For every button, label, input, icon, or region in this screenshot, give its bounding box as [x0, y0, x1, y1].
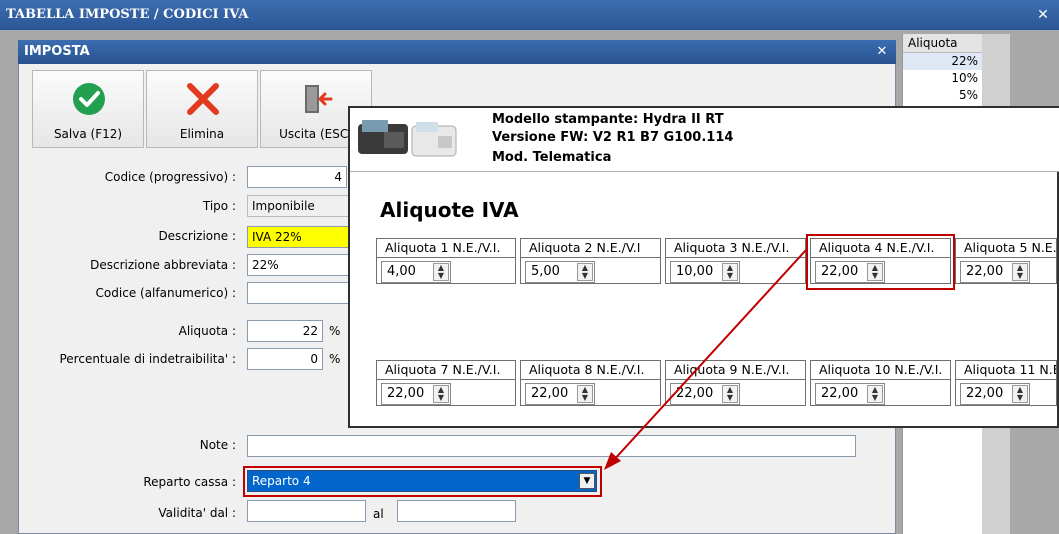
- spinner-updown-icon[interactable]: ▲ ▼: [577, 263, 593, 281]
- note-field[interactable]: [247, 435, 856, 457]
- indetraibilita-label: Percentuale di indetraibilita' :: [59, 352, 236, 366]
- save-label: Salva (F12): [53, 127, 123, 141]
- outer-window-title: TABELLA IMPOSTE / CODICI IVA: [0, 0, 1059, 30]
- delete-label: Elimina: [179, 127, 225, 141]
- outer-close-icon[interactable]: ✕: [1035, 0, 1051, 30]
- rate-value: 22,00: [676, 386, 714, 401]
- printer-firmware: Versione FW: V2 R1 B7 G100.114: [492, 130, 734, 145]
- validita-al-label: al: [373, 507, 384, 521]
- rate-value: 22,00: [821, 386, 859, 401]
- rate-value: 5,00: [531, 264, 560, 279]
- spinner-updown-icon[interactable]: ▲ ▼: [867, 385, 883, 403]
- rate-label: Aliquota 5 N.E.: [955, 238, 1057, 258]
- rate-value: 22,00: [966, 386, 1004, 401]
- indetraibilita-field[interactable]: 0: [247, 348, 323, 370]
- rate-label: Aliquota 1 N.E./V.I.: [376, 238, 516, 258]
- save-button[interactable]: Salva (F12): [32, 70, 144, 148]
- chevron-down-icon[interactable]: ▼: [579, 473, 595, 489]
- grid-cell[interactable]: 22%: [903, 53, 982, 70]
- aliquota-field[interactable]: 22: [247, 320, 323, 342]
- reparto-cassa-value: Reparto 4: [252, 474, 311, 488]
- rate-label: Aliquota 3 N.E./V.I.: [665, 238, 806, 258]
- rate-value: 22,00: [387, 386, 425, 401]
- rate-label: Aliquota 8 N.E./V.I.: [520, 360, 661, 380]
- rate-4-highlight-box: [806, 234, 955, 290]
- tipo-label: Tipo :: [202, 199, 236, 213]
- grid-header-aliquota: Aliquota: [903, 34, 982, 53]
- fiscal-printer-icon: [358, 120, 457, 157]
- spinner-updown-icon[interactable]: ▲ ▼: [433, 263, 449, 281]
- codice-label: Codice (progressivo) :: [104, 170, 236, 184]
- imposta-dialog-title: IMPOSTA: [18, 40, 896, 64]
- spinner-updown-icon[interactable]: ▲ ▼: [433, 385, 449, 403]
- delete-button[interactable]: Elimina: [146, 70, 258, 148]
- spinner-updown-icon[interactable]: ▲ ▼: [577, 385, 593, 403]
- spinner-updown-icon[interactable]: ▲ ▼: [1012, 263, 1028, 281]
- descrizione-abbreviata-label: Descrizione abbreviata :: [90, 258, 236, 272]
- aliquota-label: Aliquota :: [178, 324, 236, 338]
- rate-label: Aliquota 10 N.E./V.I.: [810, 360, 951, 380]
- validita-al-field[interactable]: [397, 500, 516, 522]
- printer-mode: Mod. Telematica: [492, 150, 612, 165]
- codice-alfanumerico-label: Codice (alfanumerico) :: [95, 286, 236, 300]
- descrizione-abbreviata-field[interactable]: 22%: [247, 254, 349, 276]
- aliquota-percent-unit: %: [329, 324, 341, 338]
- note-label: Note :: [199, 438, 236, 452]
- codice-field[interactable]: 4: [247, 166, 347, 188]
- spinner-updown-icon[interactable]: ▲ ▼: [722, 263, 738, 281]
- checkmark-icon: [73, 83, 105, 115]
- rate-value: 22,00: [531, 386, 569, 401]
- descrizione-field[interactable]: IVA 22%: [247, 226, 349, 248]
- codice-alfanumerico-field[interactable]: [247, 282, 349, 304]
- grid-cell[interactable]: 10%: [903, 70, 982, 87]
- delete-x-icon: [187, 83, 219, 115]
- dialog-close-icon[interactable]: ✕: [872, 40, 892, 64]
- tipo-field[interactable]: Imponibile: [247, 195, 349, 217]
- rate-label: Aliquota 2 N.E./V.I: [520, 238, 661, 258]
- aliquote-iva-title: Aliquote IVA: [380, 198, 519, 222]
- spinner-updown-icon[interactable]: ▲ ▼: [1012, 385, 1028, 403]
- rate-label: Aliquota 11 N.E: [955, 360, 1057, 380]
- exit-door-icon: [305, 85, 333, 113]
- printer-model: Modello stampante: Hydra II RT: [492, 112, 724, 127]
- spinner-updown-icon[interactable]: ▲ ▼: [722, 385, 738, 403]
- validita-dal-label: Validita' dal :: [158, 506, 236, 520]
- rate-value: 10,00: [676, 264, 714, 279]
- reparto-cassa-label: Reparto cassa :: [143, 475, 236, 489]
- reparto-cassa-select[interactable]: Reparto 4: [247, 470, 597, 492]
- descrizione-label: Descrizione :: [158, 229, 236, 243]
- rate-label: Aliquota 9 N.E./V.I.: [665, 360, 806, 380]
- rate-value: 4,00: [387, 264, 416, 279]
- rate-value: 22,00: [966, 264, 1004, 279]
- grid-cell[interactable]: 5%: [903, 87, 982, 104]
- indetraibilita-percent-unit: %: [329, 352, 341, 366]
- rate-label: Aliquota 7 N.E./V.I.: [376, 360, 516, 380]
- validita-dal-field[interactable]: [247, 500, 366, 522]
